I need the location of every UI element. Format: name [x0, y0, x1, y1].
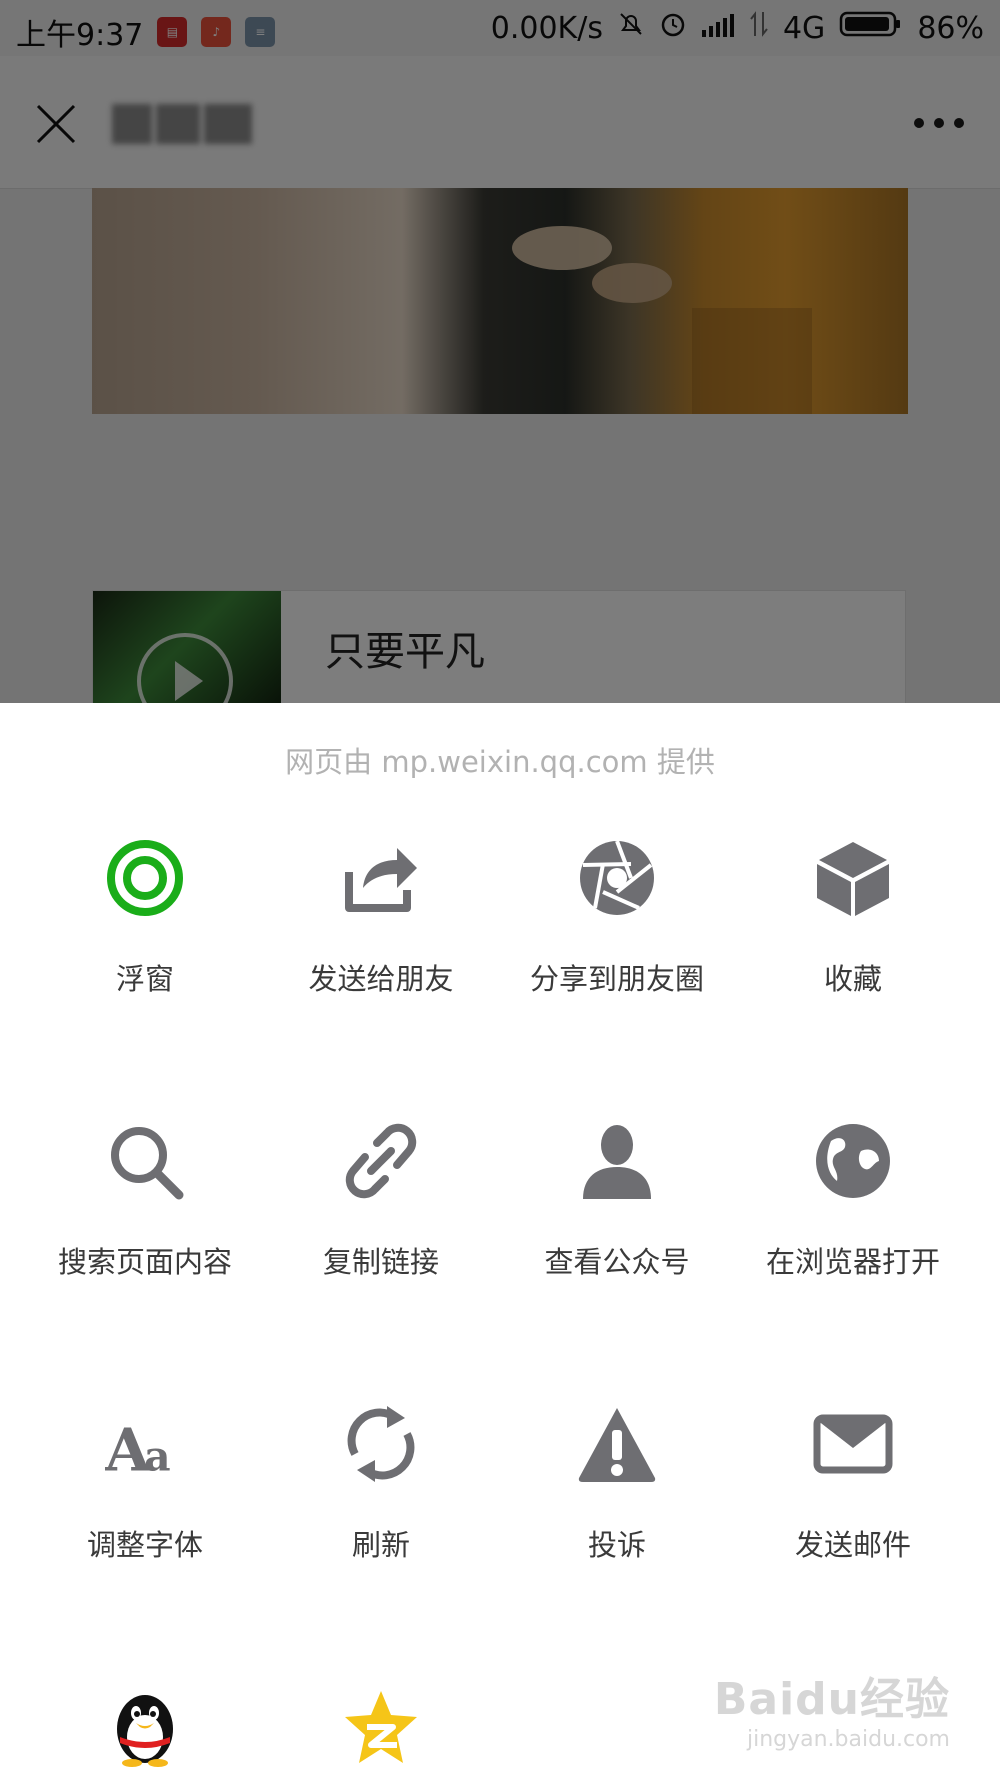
floating-window-label: 浮窗	[115, 962, 174, 996]
warning-icon	[577, 1404, 657, 1484]
watermark-url: jingyan.baidu.com	[746, 1727, 950, 1752]
globe-icon	[813, 1121, 893, 1201]
refresh-label: 刷新	[351, 1528, 410, 1562]
person-icon	[577, 1121, 657, 1201]
view-official-account-button[interactable]: 查看公众号	[499, 1121, 735, 1341]
share-qzone-button[interactable]	[263, 1687, 499, 1778]
favorite-label: 收藏	[823, 962, 882, 996]
share-arrow-icon	[341, 838, 421, 918]
refresh-icon	[341, 1404, 421, 1484]
copy-link-label: 复制链接	[322, 1245, 439, 1279]
favorite-cube-icon	[813, 838, 893, 918]
search-icon	[105, 1121, 185, 1201]
adjust-font-button[interactable]: A a 调整字体	[27, 1404, 263, 1624]
share-sheet: 网页由 mp.weixin.qq.com 提供 浮窗 发送给朋友 分享到朋友圈 …	[0, 703, 1000, 1778]
open-in-browser-button[interactable]: 在浏览器打开	[735, 1121, 971, 1341]
share-moments-label: 分享到朋友圈	[529, 962, 704, 996]
font-size-icon: A a	[105, 1404, 185, 1484]
search-page-button[interactable]: 搜索页面内容	[27, 1121, 263, 1341]
send-email-label: 发送邮件	[794, 1528, 911, 1562]
view-official-account-label: 查看公众号	[544, 1245, 690, 1279]
qq-penguin-icon	[105, 1687, 185, 1767]
share-qq-button[interactable]	[27, 1687, 263, 1778]
action-grid: 浮窗 发送给朋友 分享到朋友圈 收藏 搜索页面内容 复制链接 查看公众号 在浏览…	[0, 703, 1000, 1778]
send-to-friend-button[interactable]: 发送给朋友	[263, 838, 499, 1058]
favorite-button[interactable]: 收藏	[735, 838, 971, 1058]
copy-link-button[interactable]: 复制链接	[263, 1121, 499, 1341]
adjust-font-label: 调整字体	[86, 1528, 203, 1562]
refresh-button[interactable]: 刷新	[263, 1404, 499, 1624]
watermark-brand: Baidu经验	[713, 1674, 950, 1725]
complain-label: 投诉	[587, 1528, 646, 1562]
send-email-button[interactable]: 发送邮件	[735, 1404, 971, 1624]
open-in-browser-label: 在浏览器打开	[765, 1245, 940, 1279]
dim-overlay[interactable]	[0, 0, 1000, 704]
share-moments-button[interactable]: 分享到朋友圈	[499, 838, 735, 1058]
search-page-label: 搜索页面内容	[57, 1245, 232, 1279]
complain-button[interactable]: 投诉	[499, 1404, 735, 1624]
floating-window-button[interactable]: 浮窗	[27, 838, 263, 1058]
floating-window-icon	[105, 838, 185, 918]
send-to-friend-label: 发送给朋友	[308, 962, 454, 996]
mail-icon	[813, 1404, 893, 1484]
moments-aperture-icon	[577, 838, 657, 918]
qzone-star-icon	[341, 1687, 421, 1767]
baidu-jingyan-watermark: Baidu经验 jingyan.baidu.com	[714, 1663, 950, 1752]
link-icon	[341, 1121, 421, 1201]
svg-text:a: a	[144, 1433, 171, 1481]
